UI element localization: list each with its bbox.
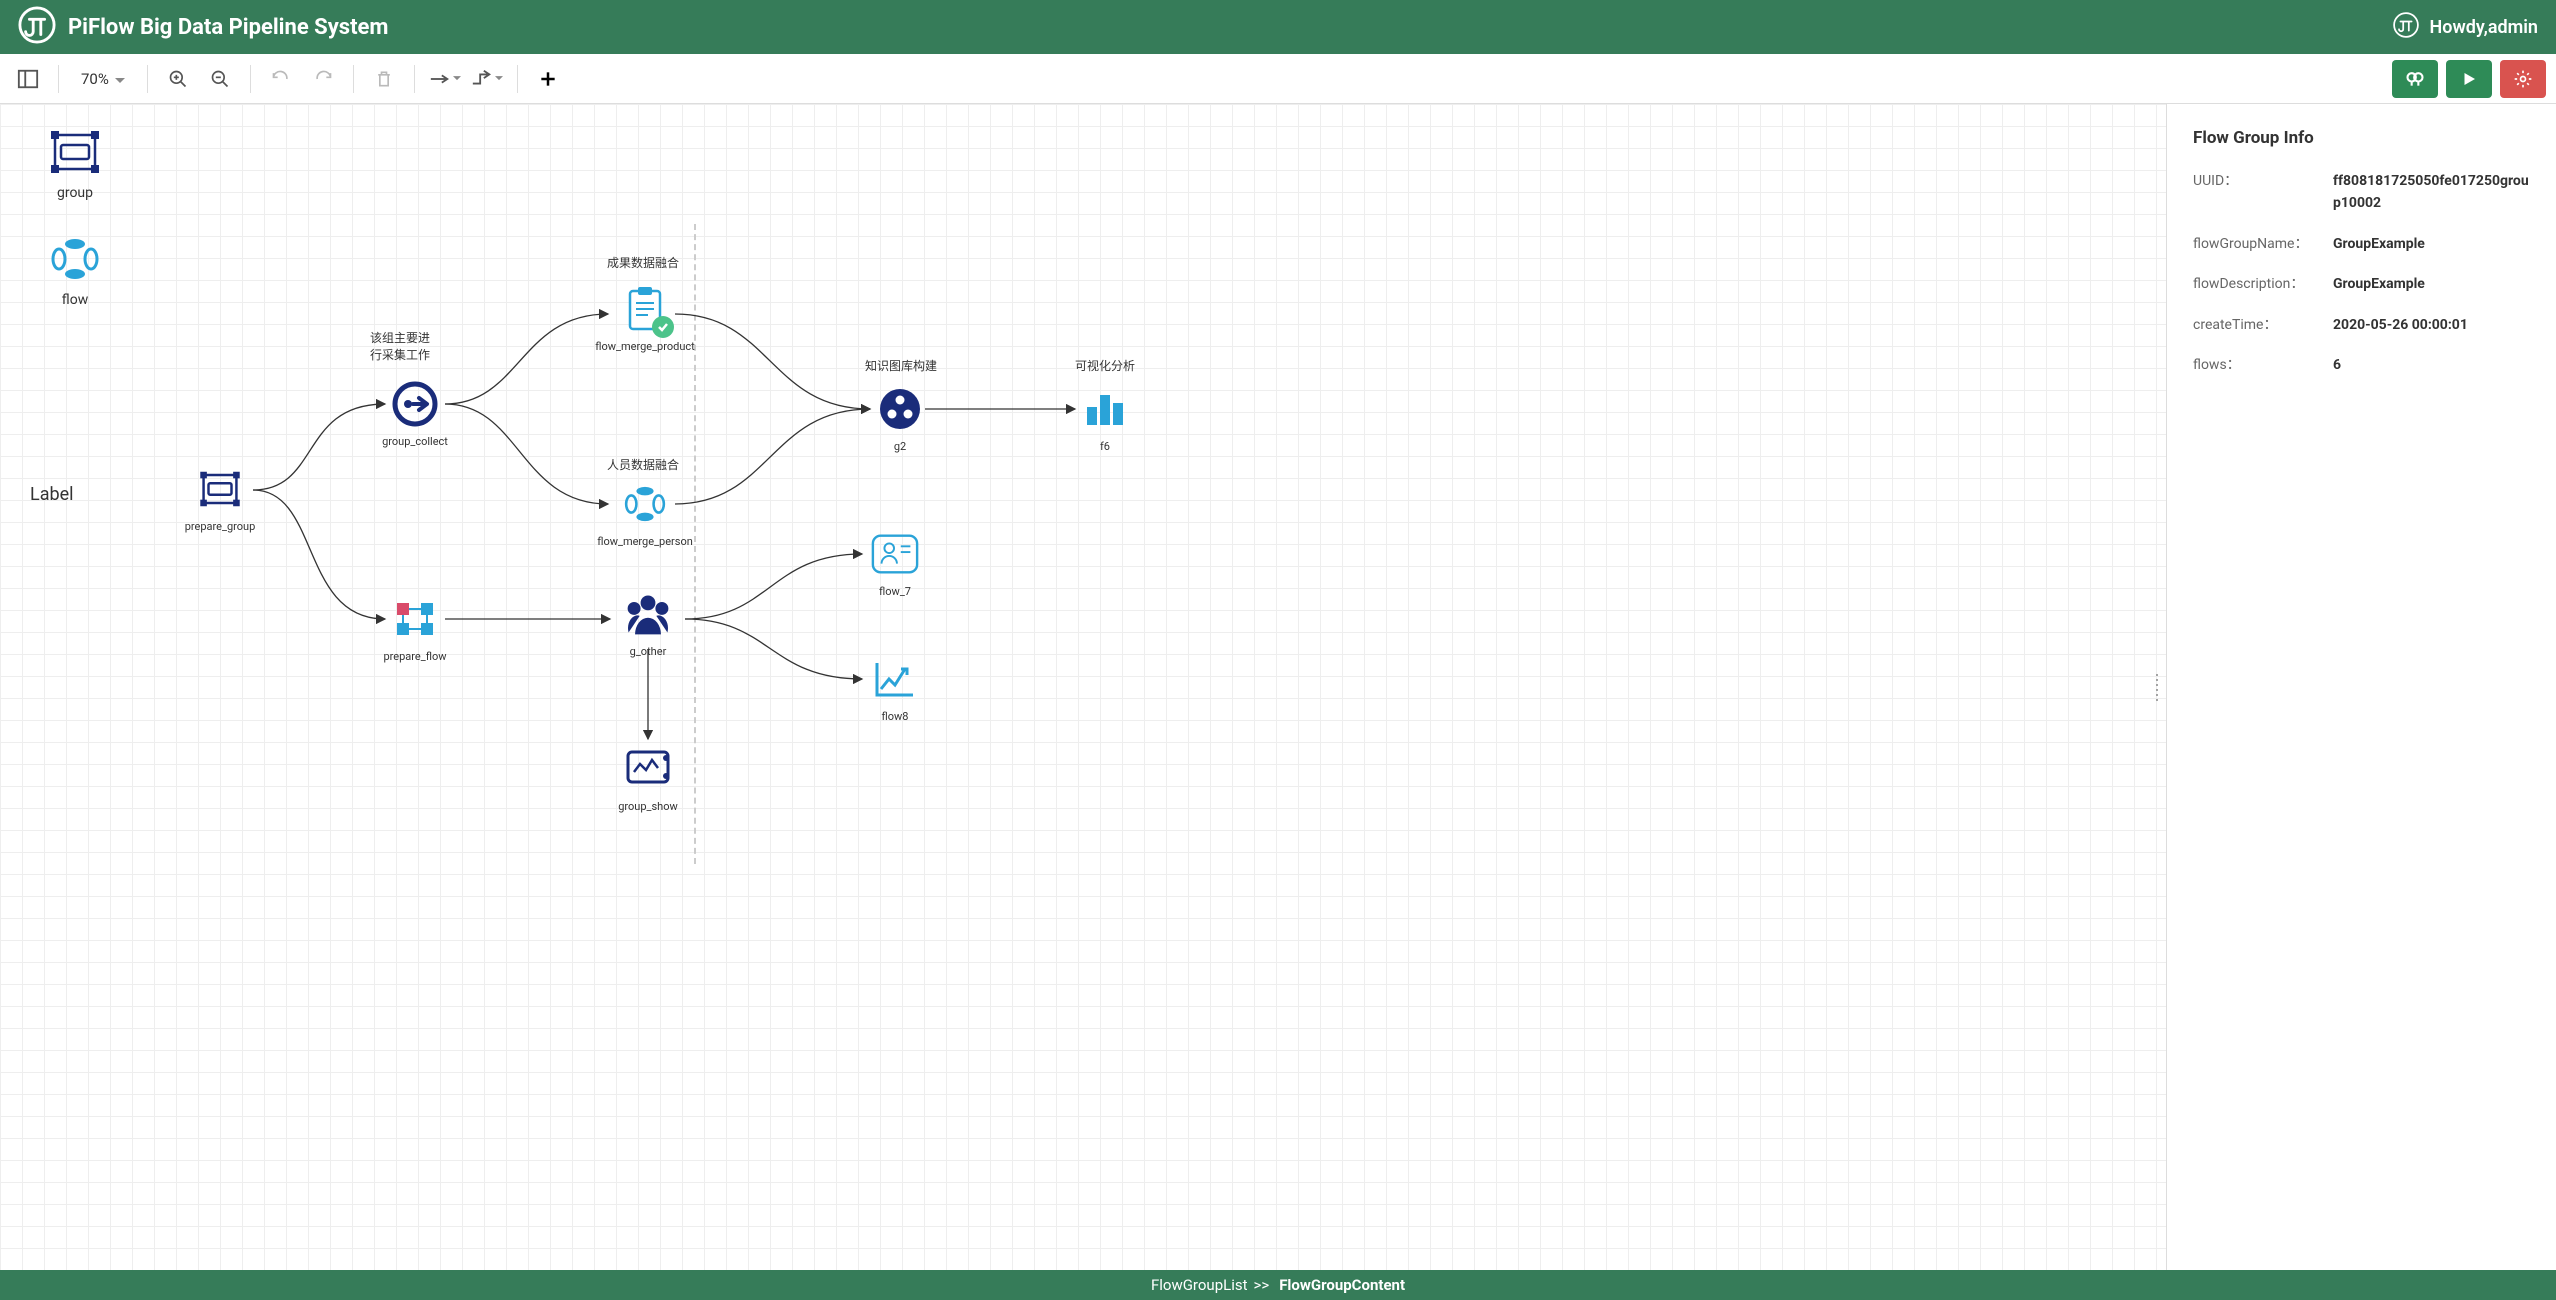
node-prepare-group[interactable]: prepare_group (180, 464, 260, 533)
panel-resize-handle[interactable] (2156, 672, 2164, 702)
monitor-icon (623, 744, 673, 794)
annotation-knowledge: 知识图库构建 (865, 357, 937, 374)
palette-label-item[interactable]: Label (30, 484, 74, 505)
user-greeting: Howdy,admin (2430, 17, 2538, 38)
undo-button[interactable] (263, 61, 299, 97)
info-panel: Flow Group Info UUID： ff808181725050fe01… (2166, 104, 2556, 1270)
node-label: g2 (894, 440, 906, 453)
info-key: flows： (2193, 354, 2333, 376)
info-val: GroupExample (2333, 273, 2425, 295)
trend-chart-icon (870, 654, 920, 704)
palette: group flow (20, 124, 130, 338)
node-label: group_collect (382, 435, 448, 448)
info-val: 2020-05-26 00:00:01 (2333, 314, 2468, 336)
logo-wrap: PiFlow Big Data Pipeline System (18, 6, 388, 48)
zoom-dropdown[interactable]: 70% (71, 70, 135, 88)
person-card-icon (870, 529, 920, 579)
info-key: flowGroupName： (2193, 233, 2333, 255)
breadcrumb-separator: >> (1254, 1276, 1270, 1294)
main-area: group flow Label (0, 104, 2556, 1270)
info-row-flows: flows： 6 (2193, 354, 2530, 376)
add-button[interactable] (530, 61, 566, 97)
annotation-merge-person: 人员数据融合 (607, 456, 679, 473)
group-icon (195, 464, 245, 514)
graph-edges (0, 104, 2166, 1270)
node-label: prepare_flow (383, 650, 446, 663)
app-title: PiFlow Big Data Pipeline System (68, 15, 388, 40)
info-key: createTime： (2193, 314, 2333, 336)
node-flow-7[interactable]: flow_7 (855, 529, 935, 598)
collect-icon (390, 379, 440, 429)
info-val: 6 (2333, 354, 2341, 376)
info-key: UUID： (2193, 170, 2333, 215)
settings-button[interactable] (2500, 60, 2546, 98)
node-label: flow_merge_product (595, 340, 695, 353)
document-icon (620, 284, 670, 334)
dropdown-icon (115, 70, 125, 88)
palette-flow-label: flow (62, 292, 88, 308)
app-header: PiFlow Big Data Pipeline System Howdy,ad… (0, 0, 2556, 54)
node-flow8[interactable]: flow8 (855, 654, 935, 723)
redo-button[interactable] (305, 61, 341, 97)
annotation-merge-product: 成果数据融合 (607, 254, 679, 271)
info-panel-title: Flow Group Info (2193, 128, 2530, 148)
palette-group[interactable]: group (20, 124, 130, 201)
zoom-value: 70% (81, 70, 109, 88)
delete-button[interactable] (366, 61, 402, 97)
info-key: flowDescription： (2193, 273, 2333, 295)
node-label: flow_merge_person (597, 535, 693, 548)
info-row-name: flowGroupName： GroupExample (2193, 233, 2530, 255)
run-button[interactable] (2446, 60, 2492, 98)
user-pi-icon (2392, 11, 2420, 44)
edge-straight-button[interactable] (427, 61, 463, 97)
node-g2[interactable]: g2 (860, 384, 940, 453)
node-g-other[interactable]: g_other (608, 589, 688, 658)
group-icon (45, 124, 105, 179)
bar-chart-icon (1080, 384, 1130, 434)
node-f6[interactable]: f6 (1065, 384, 1145, 453)
flow-icon (620, 479, 670, 529)
node-label: g_other (630, 645, 667, 658)
node-label: flow_7 (879, 585, 911, 598)
info-val: ff808181725050fe017250group10002 (2333, 170, 2530, 215)
node-label: flow8 (882, 710, 909, 723)
info-val: GroupExample (2333, 233, 2425, 255)
zoom-in-button[interactable] (160, 61, 196, 97)
edge-step-button[interactable] (469, 61, 505, 97)
annotation-viz: 可视化分析 (1075, 357, 1135, 374)
app-logo-icon (18, 6, 56, 48)
info-row-time: createTime： 2020-05-26 00:00:01 (2193, 314, 2530, 336)
node-group-collect[interactable]: group_collect (375, 379, 455, 448)
breadcrumb: FlowGroupList >> FlowGroupContent (0, 1270, 2556, 1300)
search-button[interactable] (2392, 60, 2438, 98)
zoom-out-button[interactable] (202, 61, 238, 97)
node-label: f6 (1100, 440, 1110, 453)
toggle-sidebar-button[interactable] (10, 61, 46, 97)
canvas-divider (694, 224, 696, 864)
flow-icon (45, 231, 105, 286)
node-label: group_show (618, 800, 678, 813)
check-badge-icon (652, 316, 674, 338)
cluster-icon (875, 384, 925, 434)
annotation-collect: 该组主要进 行采集工作 (370, 329, 430, 363)
node-flow-merge-product[interactable]: flow_merge_product (605, 284, 685, 353)
palette-flow[interactable]: flow (20, 231, 130, 308)
palette-group-label: group (57, 185, 93, 201)
process-icon (390, 594, 440, 644)
users-icon (623, 589, 673, 639)
node-flow-merge-person[interactable]: flow_merge_person (605, 479, 685, 548)
user-menu[interactable]: Howdy,admin (2392, 11, 2538, 44)
info-row-uuid: UUID： ff808181725050fe017250group10002 (2193, 170, 2530, 215)
breadcrumb-parent[interactable]: FlowGroupList (1151, 1276, 1248, 1294)
toolbar: 70% (0, 54, 2556, 104)
breadcrumb-current: FlowGroupContent (1279, 1276, 1405, 1294)
info-row-desc: flowDescription： GroupExample (2193, 273, 2530, 295)
node-prepare-flow[interactable]: prepare_flow (375, 594, 455, 663)
pipeline-canvas[interactable]: group flow Label (0, 104, 2166, 1270)
node-group-show[interactable]: group_show (608, 744, 688, 813)
node-label: prepare_group (185, 520, 256, 533)
